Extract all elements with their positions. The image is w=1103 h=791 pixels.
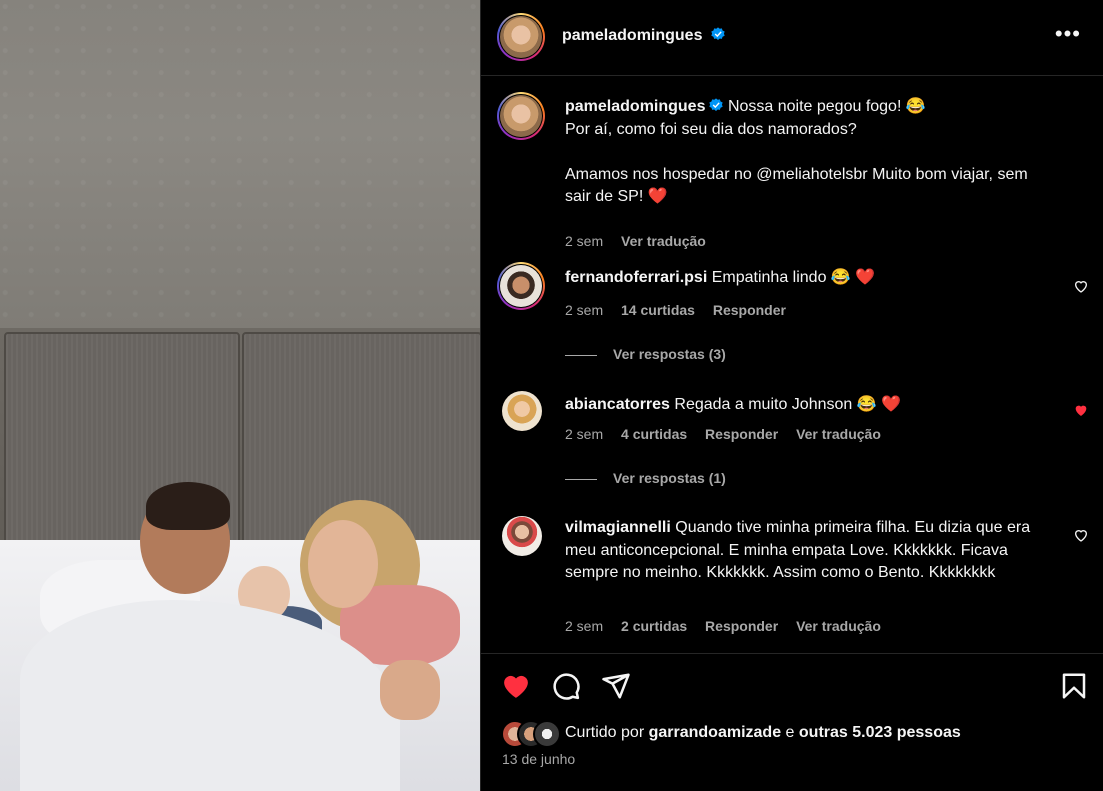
comment-username[interactable]: abiancatorres — [565, 396, 670, 413]
comment-text: vilmagiannelli Quando tive minha primeir… — [565, 517, 1045, 585]
comment-liked-heart-icon[interactable] — [1073, 402, 1089, 418]
view-replies-button[interactable]: Ver respostas (1) — [565, 470, 726, 486]
comment-time[interactable]: 2 sem — [565, 426, 603, 442]
post-photo[interactable] — [0, 0, 480, 791]
comment-like-heart-icon[interactable] — [1073, 278, 1089, 294]
more-options-icon[interactable]: ••• — [1055, 23, 1081, 45]
header-username-row: pameladomingues — [562, 27, 725, 45]
comment-reply-button[interactable]: Responder — [705, 618, 778, 634]
heart-icon[interactable] — [501, 671, 531, 701]
caption-translate-link[interactable]: Ver tradução — [621, 233, 706, 249]
likes-text: Curtido por garrandoamizade e outras 5.0… — [565, 724, 961, 742]
verified-icon — [709, 98, 724, 111]
likes-summary: Curtido por garrandoamizade e outras 5.0… — [501, 720, 1091, 748]
photo-wall — [0, 0, 480, 330]
comment-body: Empatinha lindo 😂 ❤️ — [711, 269, 876, 286]
comment-username[interactable]: fernandoferrari.psi — [565, 269, 707, 286]
post-details-panel: pameladomingues ••• pameladomingues Noss… — [480, 0, 1103, 791]
comment-avatar[interactable] — [497, 262, 545, 310]
comment-username[interactable]: vilmagiannelli — [565, 519, 671, 536]
photo-man-hair — [146, 482, 230, 530]
comments-scroll-area[interactable]: pameladomingues Nossa noite pegou fogo! … — [481, 76, 1103, 654]
share-icon[interactable] — [601, 671, 631, 701]
post-date[interactable]: 13 de junho — [502, 751, 575, 767]
photo-arm — [380, 660, 440, 720]
comment-likes[interactable]: 4 curtidas — [621, 426, 687, 442]
replies-divider — [565, 354, 597, 356]
comment-translate-link[interactable]: Ver tradução — [796, 618, 881, 634]
view-replies-button[interactable]: Ver respostas (3) — [565, 346, 726, 362]
comment-likes[interactable]: 14 curtidas — [621, 302, 695, 318]
comment-item: vilmagiannelli Quando tive minha primeir… — [481, 514, 1103, 644]
likes-middle: e — [785, 724, 795, 741]
comment-avatar[interactable] — [502, 391, 542, 431]
comment-reply-button[interactable]: Responder — [713, 302, 786, 318]
post-header: pameladomingues ••• — [481, 0, 1103, 76]
caption-line-1: Nossa noite pegou fogo! 😂 — [727, 98, 926, 115]
comment-time[interactable]: 2 sem — [565, 302, 603, 318]
avatar-image — [500, 95, 542, 137]
caption-time[interactable]: 2 sem — [565, 233, 603, 249]
post-actions-bar — [481, 653, 1103, 713]
likes-prefix: Curtido por — [565, 724, 645, 741]
comment-avatar[interactable] — [502, 516, 542, 556]
author-avatar[interactable] — [497, 13, 545, 61]
comment-text: abiancatorres Regada a muito Johnson 😂 ❤… — [565, 394, 1065, 417]
comment-reply-button[interactable]: Responder — [705, 426, 778, 442]
caption-text: pameladomingues Nossa noite pegou fogo! … — [565, 96, 1065, 209]
comment-translate-link[interactable]: Ver tradução — [796, 426, 881, 442]
liker-avatar — [533, 720, 561, 748]
caption-avatar[interactable] — [497, 92, 545, 140]
comment-meta: 2 sem 2 curtidas Responder Ver tradução — [565, 618, 895, 634]
likes-others-link[interactable]: outras 5.023 pessoas — [799, 724, 961, 741]
instagram-post-view: pameladomingues ••• pameladomingues Noss… — [0, 0, 1103, 791]
comment-item: abiancatorres Regada a muito Johnson 😂 ❤… — [481, 390, 1103, 490]
comment-like-heart-icon[interactable] — [1073, 527, 1089, 543]
comment-meta: 2 sem 14 curtidas Responder — [565, 302, 800, 318]
comment-time[interactable]: 2 sem — [565, 618, 603, 634]
caption: pameladomingues Nossa noite pegou fogo! … — [481, 90, 1103, 249]
bookmark-icon[interactable] — [1059, 671, 1089, 701]
view-replies-label: Ver respostas (1) — [613, 470, 726, 486]
caption-line-3: Amamos nos hospedar no @meliahotelsbr Mu… — [565, 165, 1028, 206]
photo-woman-face — [308, 520, 378, 608]
verified-icon — [711, 27, 725, 40]
comment-likes[interactable]: 2 curtidas — [621, 618, 687, 634]
avatar-image — [500, 16, 542, 58]
avatar-image — [500, 265, 542, 307]
caption-line-2: Por aí, como foi seu dia dos namorados? — [565, 120, 857, 138]
likes-user-link[interactable]: garrandoamizade — [649, 724, 781, 741]
comment-body: Regada a muito Johnson 😂 ❤️ — [674, 396, 902, 413]
view-replies-label: Ver respostas (3) — [613, 346, 726, 362]
comment-meta: 2 sem 4 curtidas Responder Ver tradução — [565, 426, 895, 442]
caption-meta: 2 sem Ver tradução — [565, 233, 720, 249]
replies-divider — [565, 478, 597, 480]
caption-username[interactable]: pameladomingues — [565, 98, 705, 115]
comment-text: fernandoferrari.psi Empatinha lindo 😂 ❤️ — [565, 267, 1065, 290]
comment-item: fernandoferrari.psi Empatinha lindo 😂 ❤️… — [481, 262, 1103, 362]
comment-icon[interactable] — [551, 671, 581, 701]
author-username[interactable]: pameladomingues — [562, 27, 702, 44]
